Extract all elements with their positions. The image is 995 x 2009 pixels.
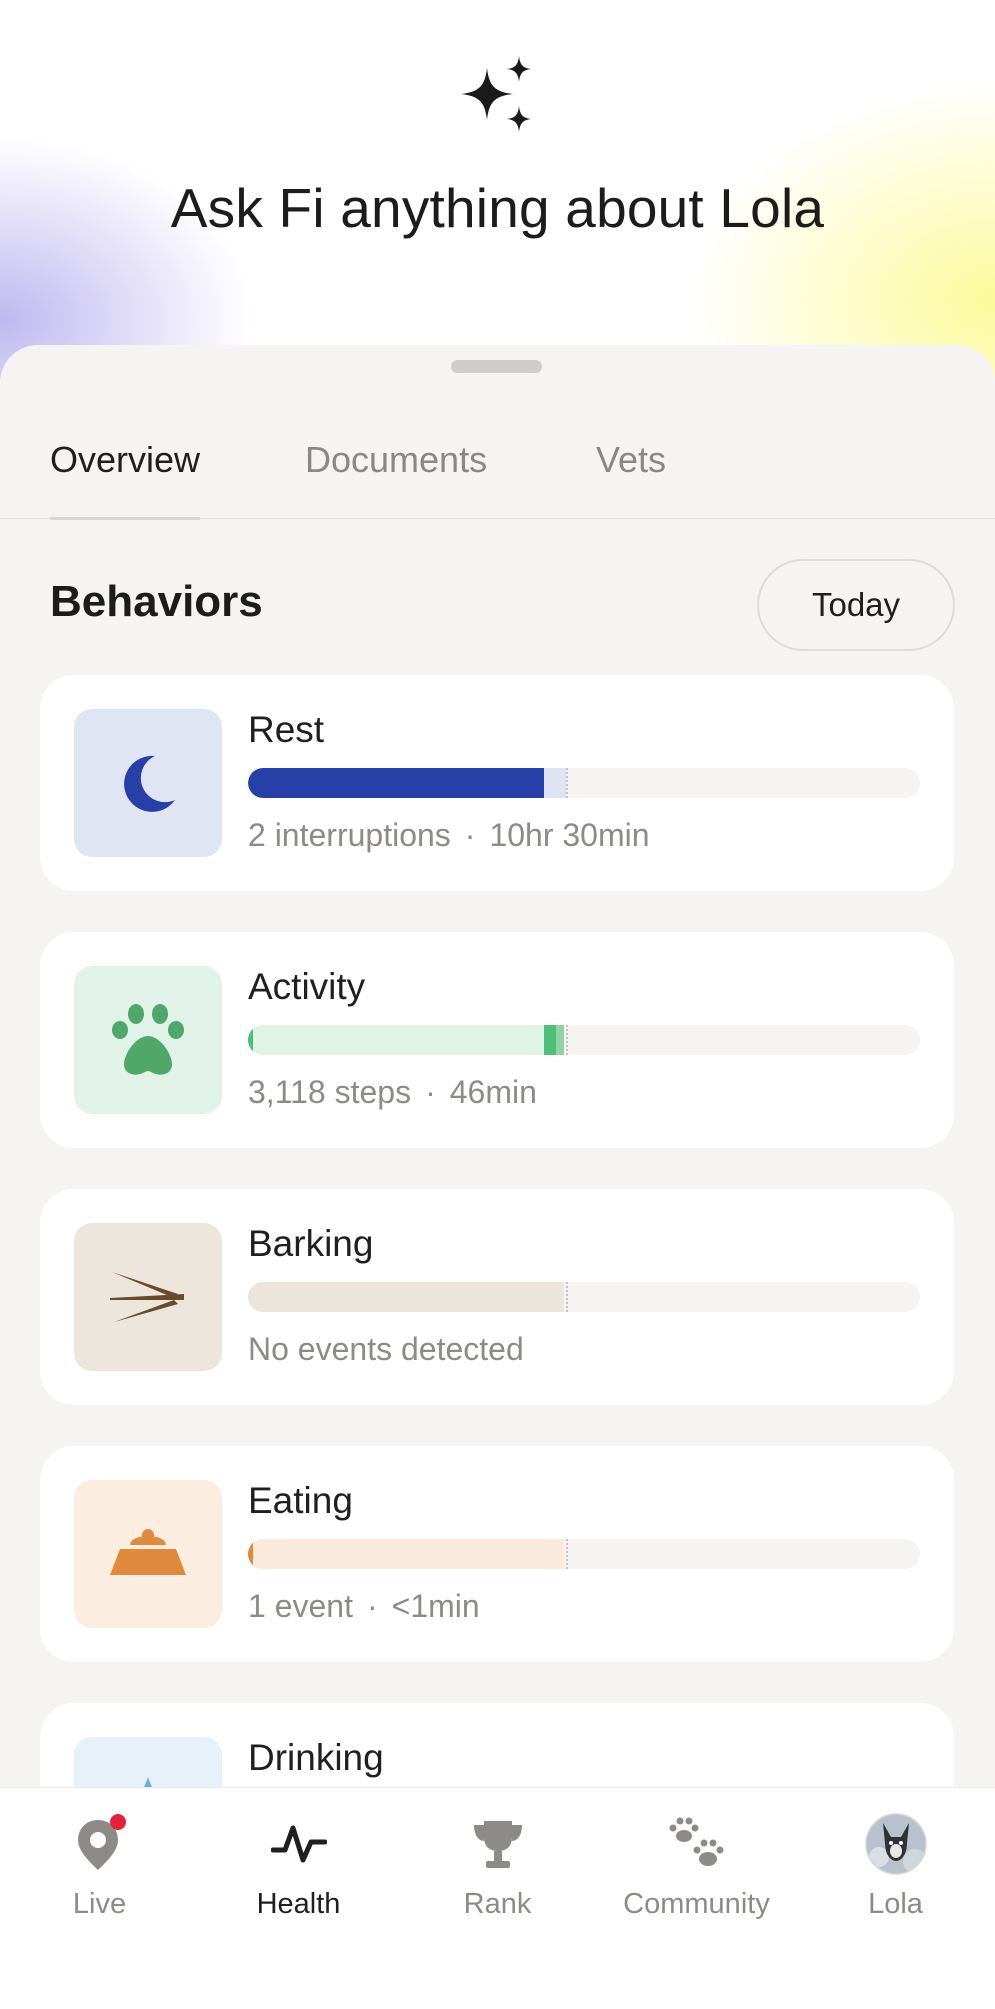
tab-vets[interactable]: Vets <box>596 435 666 519</box>
behavior-card-rest[interactable]: Rest 2 interruptions · 10hr 30min <box>40 675 954 891</box>
bark-icon <box>110 1272 184 1322</box>
behavior-label: Eating <box>248 1480 353 1521</box>
period-select-button[interactable]: Today <box>757 559 955 651</box>
trophy-icon <box>466 1812 530 1876</box>
now-marker <box>566 1539 568 1569</box>
behavior-label: Barking <box>248 1223 374 1264</box>
eating-icon-box <box>74 1480 222 1628</box>
behavior-card-activity[interactable]: Activity 3,118 steps · 46min <box>40 932 954 1148</box>
health-sheet: Overview Documents Vets Behaviors Today … <box>0 345 995 2009</box>
notification-badge <box>110 1814 126 1830</box>
behavior-meta: 2 interruptions · 10hr 30min <box>248 817 650 853</box>
moon-icon <box>124 755 175 812</box>
nav-label: Lola <box>868 1888 923 1920</box>
rest-icon-box <box>74 709 222 857</box>
now-marker <box>566 1025 568 1055</box>
meta-duration: 46min <box>449 1074 537 1110</box>
behavior-card-barking[interactable]: Barking No events detected <box>40 1189 954 1405</box>
now-marker <box>566 768 568 798</box>
barking-progress-fill <box>248 1282 564 1312</box>
hero-banner[interactable]: Ask Fi anything about Lola <box>0 0 995 400</box>
rest-progress-track <box>248 768 920 798</box>
nav-community[interactable]: Community <box>597 1812 796 1952</box>
eating-progress-fill <box>248 1539 253 1569</box>
eating-progress-track <box>248 1539 920 1569</box>
meta-count: 2 interruptions <box>248 817 451 853</box>
paws-icon <box>665 1812 729 1876</box>
behavior-meta: No events detected <box>248 1331 524 1368</box>
paw-icon <box>112 1004 184 1075</box>
nav-live[interactable]: Live <box>0 1812 199 1952</box>
nav-label: Rank <box>463 1888 532 1920</box>
activity-progress-tail <box>556 1025 564 1055</box>
activity-progress-bg <box>248 1025 544 1055</box>
nav-health[interactable]: Health <box>199 1812 398 1952</box>
meta-count: 3,118 steps <box>248 1074 412 1110</box>
nav-lola[interactable]: Lola <box>796 1812 995 1952</box>
now-marker <box>566 1282 568 1312</box>
food-bowl-icon <box>110 1529 186 1575</box>
pulse-icon <box>267 1812 331 1876</box>
nav-label: Health <box>256 1888 341 1920</box>
tab-documents[interactable]: Documents <box>305 435 487 519</box>
tab-overview[interactable]: Overview <box>50 435 201 520</box>
rest-progress-fill <box>248 768 544 798</box>
meta-duration: <1min <box>391 1588 480 1624</box>
ask-fi-title: Ask Fi anything about Lola <box>170 177 825 239</box>
rest-progress-tail <box>544 768 566 798</box>
barking-icon-box <box>74 1223 222 1371</box>
behavior-label: Activity <box>248 966 366 1007</box>
eating-progress-bg <box>248 1539 564 1569</box>
behavior-label: Rest <box>248 709 325 750</box>
meta-count: No events detected <box>248 1331 524 1367</box>
behaviors-heading: Behaviors <box>50 577 263 626</box>
nav-rank[interactable]: Rank <box>398 1812 597 1952</box>
activity-progress-track <box>248 1025 920 1055</box>
barking-progress-track <box>248 1282 920 1312</box>
activity-progress-fill <box>544 1025 556 1055</box>
tab-bar: Overview Documents Vets <box>0 435 995 520</box>
activity-icon-box <box>74 966 222 1114</box>
behavior-meta: 3,118 steps · 46min <box>248 1074 537 1110</box>
meta-duration: 10hr 30min <box>489 817 650 853</box>
dog-avatar-icon <box>864 1812 928 1876</box>
nav-label: Community <box>623 1888 770 1920</box>
behavior-meta: 1 event · <1min <box>248 1588 480 1624</box>
nav-label: Live <box>72 1888 127 1920</box>
sheet-drag-handle[interactable] <box>451 360 542 373</box>
bottom-nav: Live Health Rank Community Lola <box>0 1787 995 2009</box>
behavior-label: Drinking <box>248 1737 384 1778</box>
sparkles-icon <box>461 56 531 132</box>
behavior-card-eating[interactable]: Eating 1 event · <1min <box>40 1446 954 1662</box>
location-pin-icon <box>68 1812 132 1876</box>
activity-progress-start <box>248 1025 253 1055</box>
meta-count: 1 event <box>248 1588 353 1624</box>
